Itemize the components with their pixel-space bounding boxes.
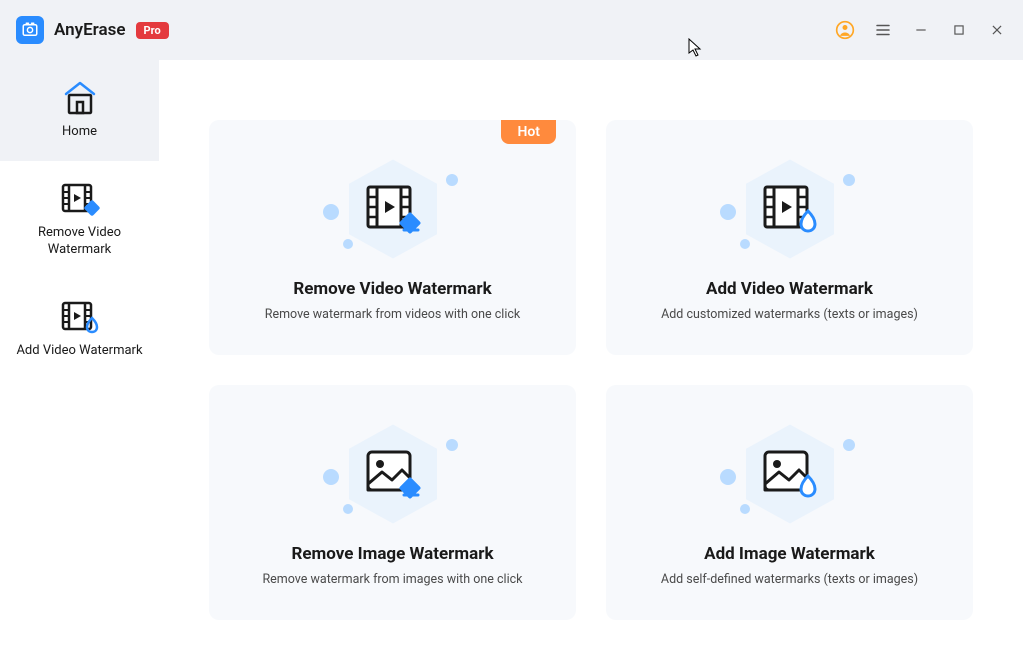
titlebar: AnyErase Pro (0, 0, 1023, 60)
video-drop-icon (761, 183, 819, 235)
decorative-dot (843, 174, 855, 186)
sidebar-item-label: Home (62, 124, 97, 141)
card-desc: Add self-defined watermarks (texts or im… (661, 572, 918, 587)
card-title: Add Video Watermark (706, 279, 873, 299)
maximize-icon[interactable] (949, 20, 969, 40)
decorative-dot (740, 239, 750, 249)
card-desc: Remove watermark from videos with one cl… (265, 307, 521, 322)
minimize-icon[interactable] (911, 20, 931, 40)
sidebar-item-add-video[interactable]: Add Video Watermark (0, 279, 159, 380)
decorative-dot (740, 504, 750, 514)
sidebar-item-home[interactable]: Home (0, 60, 159, 161)
pro-badge: Pro (136, 22, 169, 39)
card-title: Add Image Watermark (704, 544, 875, 564)
sidebar-item-remove-video[interactable]: Remove Video Watermark (0, 161, 159, 279)
video-drop-icon (59, 299, 101, 335)
video-erase-icon (59, 181, 101, 217)
main-content: Hot (159, 60, 1023, 660)
card-icon-wrap (333, 154, 453, 264)
close-icon[interactable] (987, 20, 1007, 40)
card-add-image-watermark[interactable]: Add Image Watermark Add self-defined wat… (606, 385, 973, 620)
sidebar: Home Remove Video Watermark (0, 60, 159, 660)
card-desc: Remove watermark from images with one cl… (262, 572, 522, 587)
card-title: Remove Video Watermark (293, 279, 491, 299)
titlebar-right (835, 20, 1007, 40)
sidebar-item-label: Remove Video Watermark (8, 225, 151, 259)
menu-icon[interactable] (873, 20, 893, 40)
card-desc: Add customized watermarks (texts or imag… (661, 307, 918, 322)
video-erase-icon (364, 183, 422, 235)
card-icon-wrap (333, 419, 453, 529)
main-layout: Home Remove Video Watermark (0, 60, 1023, 660)
card-icon-wrap (730, 154, 850, 264)
app-name: AnyErase (54, 20, 126, 40)
decorative-dot (343, 504, 353, 514)
decorative-dot (323, 204, 339, 220)
decorative-dot (843, 439, 855, 451)
titlebar-left: AnyErase Pro (16, 16, 169, 44)
card-add-video-watermark[interactable]: Add Video Watermark Add customized water… (606, 120, 973, 355)
decorative-dot (720, 469, 736, 485)
decorative-dot (446, 174, 458, 186)
decorative-dot (720, 204, 736, 220)
decorative-dot (323, 469, 339, 485)
decorative-dot (343, 239, 353, 249)
app-logo-icon (16, 16, 44, 44)
image-drop-icon (761, 448, 819, 500)
decorative-dot (446, 439, 458, 451)
card-remove-video-watermark[interactable]: Hot (209, 120, 576, 355)
account-icon[interactable] (835, 20, 855, 40)
home-icon (60, 80, 100, 116)
sidebar-item-label: Add Video Watermark (16, 343, 142, 360)
hot-badge: Hot (501, 120, 556, 144)
image-erase-icon (364, 448, 422, 500)
card-title: Remove Image Watermark (291, 544, 493, 564)
card-remove-image-watermark[interactable]: Remove Image Watermark Remove watermark … (209, 385, 576, 620)
card-icon-wrap (730, 419, 850, 529)
